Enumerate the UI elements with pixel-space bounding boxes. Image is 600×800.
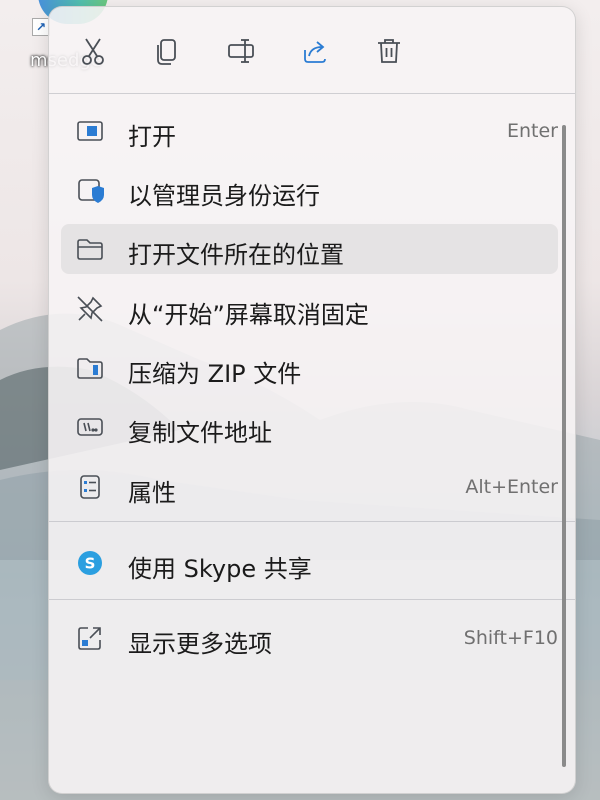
share-button[interactable] — [291, 27, 339, 75]
menu-item-label: 以管理员身份运行 — [128, 182, 320, 210]
menu-divider — [49, 599, 575, 600]
context-menu: 打开 Enter 以管理员身份运行 打开文件所在的位置 从“开始”屏幕取消固定 … — [48, 6, 576, 794]
trash-icon — [378, 39, 400, 63]
more-options-icon — [75, 623, 105, 653]
menu-item-shortcut: Shift+F10 — [463, 627, 558, 649]
quick-action-toolbar — [49, 27, 575, 75]
menu-item-label: 属性 — [128, 479, 176, 507]
menu-item-shortcut: Alt+Enter — [465, 476, 558, 498]
menu-item-unpin-from-start[interactable]: 从“开始”屏幕取消固定 — [61, 284, 558, 334]
copy-icon — [157, 39, 176, 65]
menu-item-shortcut: Enter — [507, 120, 558, 142]
menu-item-label: 打开 — [128, 123, 176, 151]
zip-icon — [75, 353, 105, 383]
menu-divider — [49, 521, 575, 522]
menu-item-copy-path[interactable]: 复制文件地址 — [61, 402, 558, 452]
admin-shield-icon — [75, 175, 105, 205]
menu-item-open-file-location[interactable]: 打开文件所在的位置 — [61, 224, 558, 274]
menu-item-label: 复制文件地址 — [128, 419, 272, 447]
toolbar-divider — [49, 93, 575, 94]
menu-item-compress-zip[interactable]: 压缩为 ZIP 文件 — [61, 343, 558, 393]
menu-scrollbar[interactable] — [562, 125, 566, 767]
rename-button[interactable] — [217, 27, 265, 75]
open-app-icon — [75, 116, 105, 146]
properties-icon — [75, 472, 105, 502]
menu-item-run-as-admin[interactable]: 以管理员身份运行 — [61, 165, 558, 215]
delete-button[interactable] — [365, 27, 413, 75]
menu-item-show-more-options[interactable]: 显示更多选项 Shift+F10 — [61, 613, 558, 663]
folder-icon — [75, 234, 105, 264]
unpin-icon — [75, 294, 105, 324]
cut-button[interactable] — [69, 27, 117, 75]
skype-icon: S — [75, 548, 105, 578]
menu-item-label: 打开文件所在的位置 — [128, 241, 344, 269]
copy-button[interactable] — [143, 27, 191, 75]
copy-path-icon — [75, 412, 105, 442]
scissors-icon — [82, 38, 104, 65]
rename-icon — [228, 39, 254, 63]
menu-item-properties[interactable]: 属性 Alt+Enter — [61, 462, 558, 512]
share-icon — [304, 41, 326, 63]
menu-item-label: 压缩为 ZIP 文件 — [128, 360, 302, 388]
menu-item-open[interactable]: 打开 Enter — [61, 106, 558, 156]
menu-item-label: 从“开始”屏幕取消固定 — [128, 301, 369, 329]
menu-item-share-skype[interactable]: S 使用 Skype 共享 — [61, 538, 558, 588]
menu-item-label: 使用 Skype 共享 — [128, 555, 312, 583]
svg-text:S: S — [85, 555, 96, 573]
menu-item-label: 显示更多选项 — [128, 630, 272, 658]
